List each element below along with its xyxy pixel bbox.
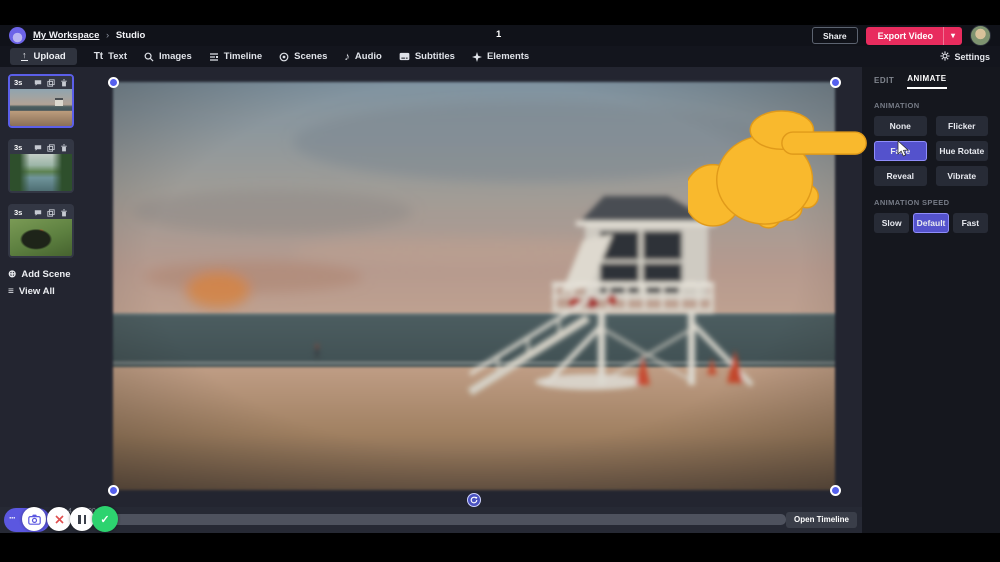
timeline-scrubber[interactable] <box>106 514 786 525</box>
share-button[interactable]: Share <box>812 27 858 44</box>
speed-section-label: ANIMATION SPEED <box>874 198 988 207</box>
close-icon <box>55 515 64 524</box>
cancel-button[interactable] <box>47 507 71 531</box>
elements-icon <box>472 52 482 62</box>
animation-section-label: ANIMATION <box>874 101 988 110</box>
toolbar: ↑ Upload Tt Text Images Timeline Scenes … <box>0 46 1000 67</box>
animation-hue-rotate-button[interactable]: Hue Rotate <box>936 141 989 161</box>
export-video-button[interactable]: Export Video ▾ <box>866 27 962 45</box>
more-options-icon[interactable]: ··· <box>9 513 15 523</box>
trash-icon[interactable] <box>60 144 68 152</box>
text-icon: Tt <box>94 51 103 62</box>
scene-thumbnail-beach[interactable] <box>10 89 72 126</box>
tab-subtitles[interactable]: Subtitles <box>399 51 455 62</box>
tab-timeline[interactable]: Timeline <box>209 51 262 62</box>
scene-card-3[interactable]: 3s <box>8 204 74 258</box>
chevron-down-icon[interactable]: ▾ <box>944 31 962 40</box>
mouse-cursor <box>897 140 909 158</box>
resize-handle-top-right[interactable] <box>830 77 841 88</box>
tab-animate[interactable]: ANIMATE <box>907 74 946 89</box>
scene-thumbnail-canal[interactable] <box>10 154 72 191</box>
trash-icon[interactable] <box>60 79 68 87</box>
studio-app: My Workspace › Studio 1 Share Export Vid… <box>0 25 1000 533</box>
tab-audio[interactable]: ♪ Audio <box>344 51 381 63</box>
breadcrumb-workspace[interactable]: My Workspace <box>33 30 99 41</box>
export-video-label: Export Video <box>878 31 943 41</box>
scene-thumbnail-bird[interactable] <box>10 219 72 256</box>
comment-icon[interactable] <box>34 79 42 87</box>
view-all-button[interactable]: ≡ View All <box>8 286 78 297</box>
camera-icon <box>28 514 41 525</box>
trash-icon[interactable] <box>60 209 68 217</box>
topbar-actions: Share Export Video ▾ <box>812 25 991 46</box>
breadcrumb-separator: › <box>106 30 109 41</box>
music-note-icon: ♪ <box>344 51 350 63</box>
tab-edit[interactable]: EDIT <box>874 76 894 89</box>
breadcrumb-page: Studio <box>116 30 146 41</box>
duplicate-icon[interactable] <box>47 79 55 87</box>
add-scene-button[interactable]: ⊕ Add Scene <box>8 269 78 280</box>
animation-none-button[interactable]: None <box>874 116 927 136</box>
rotate-handle[interactable] <box>467 493 481 507</box>
confirm-button[interactable]: ✓ <box>92 506 118 532</box>
speed-slow-button[interactable]: Slow <box>874 213 909 233</box>
animation-options: None Flicker Fade Hue Rotate Reveal Vibr… <box>874 116 988 186</box>
tab-scenes[interactable]: Scenes <box>279 51 327 62</box>
scenes-icon <box>279 52 289 62</box>
scene-duration: 3s <box>14 208 22 217</box>
duplicate-icon[interactable] <box>47 209 55 217</box>
search-icon <box>144 52 154 62</box>
animation-flicker-button[interactable]: Flicker <box>936 116 989 136</box>
speed-default-button[interactable]: Default <box>913 213 948 233</box>
pause-icon <box>78 515 86 524</box>
check-icon: ✓ <box>100 513 109 526</box>
upload-button[interactable]: ↑ Upload <box>10 48 77 65</box>
resize-handle-top-left[interactable] <box>108 77 119 88</box>
main-area: 3s 3s <box>0 67 1000 533</box>
playback-bar: 00:4 00:0 ··· ✓ Open Timeline <box>0 507 862 533</box>
pointing-hand-emoji <box>688 103 870 233</box>
scene-sidebar: 3s 3s <box>0 67 86 507</box>
duplicate-icon[interactable] <box>47 144 55 152</box>
settings-button[interactable]: Settings <box>940 51 990 63</box>
breadcrumb: My Workspace › Studio <box>33 30 145 41</box>
scene-card-2[interactable]: 3s <box>8 139 74 193</box>
resize-handle-bottom-right[interactable] <box>830 485 841 496</box>
scene-indicator: 1 <box>496 29 501 40</box>
properties-panel: EDIT ANIMATE ANIMATION None Flicker Fade… <box>862 67 1000 533</box>
animation-vibrate-button[interactable]: Vibrate <box>936 166 989 186</box>
pause-button[interactable] <box>70 507 94 531</box>
gear-icon <box>940 51 950 63</box>
subtitles-icon <box>399 52 410 61</box>
panel-tabs: EDIT ANIMATE <box>874 74 988 89</box>
comment-icon[interactable] <box>34 144 42 152</box>
add-icon: ⊕ <box>8 269 16 280</box>
animation-reveal-button[interactable]: Reveal <box>874 166 927 186</box>
top-bar: My Workspace › Studio 1 Share Export Vid… <box>0 25 1000 46</box>
camera-button[interactable] <box>22 507 46 531</box>
scene-duration: 3s <box>14 143 22 152</box>
scene-card-1[interactable]: 3s <box>8 74 74 128</box>
tab-text[interactable]: Tt Text <box>94 51 127 62</box>
tab-elements[interactable]: Elements <box>472 51 529 62</box>
speed-options: Slow Default Fast <box>874 213 988 233</box>
speed-fast-button[interactable]: Fast <box>953 213 988 233</box>
resize-handle-bottom-left[interactable] <box>108 485 119 496</box>
user-avatar[interactable] <box>970 25 991 46</box>
timeline-icon <box>209 52 219 62</box>
workspace-logo-icon[interactable] <box>9 27 26 44</box>
list-icon: ≡ <box>8 286 14 297</box>
upload-icon: ↑ <box>21 52 28 61</box>
comment-icon[interactable] <box>34 209 42 217</box>
rotate-icon <box>470 496 478 504</box>
scene-duration: 3s <box>14 78 22 87</box>
tab-images[interactable]: Images <box>144 51 192 62</box>
open-timeline-button[interactable]: Open Timeline <box>786 512 857 528</box>
